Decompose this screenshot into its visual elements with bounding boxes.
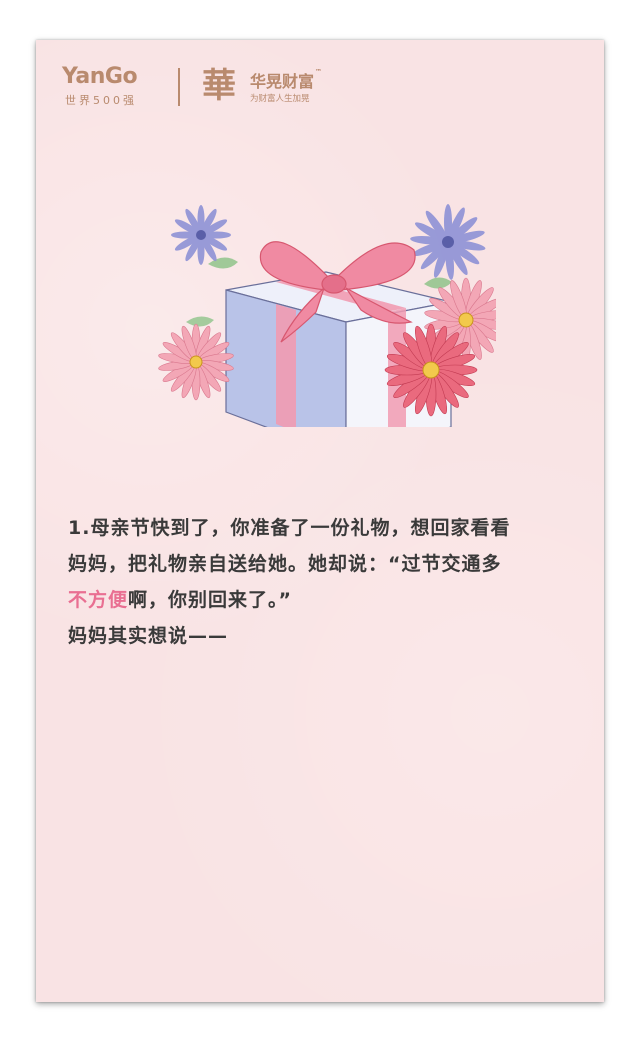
brand-name: 华晃财富™ — [250, 68, 322, 92]
brand-name-text: 华晃财富 — [250, 72, 315, 91]
hua-logo-mark: 華 — [202, 66, 236, 106]
brand-header: YanGo 世界500强 華 华晃财富™ 为财富人生加晃 — [62, 62, 382, 112]
highlighted-phrase: 不方便 — [68, 589, 129, 611]
blue-flower-left — [171, 205, 231, 265]
trademark: ™ — [315, 68, 323, 76]
brand-slogan: 为财富人生加晃 — [250, 94, 310, 104]
story-line-2: 妈妈，把礼物亲自送给她。她却说：“过节交通多 — [68, 553, 502, 575]
yango-logo: YanGo — [62, 64, 138, 89]
story-line-3: 不方便啊，你别回来了。” — [68, 582, 588, 618]
yango-subtitle: 世界500强 — [65, 94, 137, 107]
blue-flower-right — [410, 204, 486, 280]
card: YanGo 世界500强 華 华晃财富™ 为财富人生加晃 1.母亲节快到了，你准… — [36, 40, 604, 1002]
gift-box-with-flowers-icon — [158, 204, 496, 427]
story-line-3-rest: 啊，你别回来了。” — [128, 589, 293, 611]
story-line-1: 1.母亲节快到了，你准备了一份礼物，想回家看看 — [68, 517, 511, 539]
pink-flower-left — [158, 323, 234, 401]
header-divider — [178, 68, 180, 106]
story-line-4: 妈妈其实想说—— — [68, 625, 229, 647]
story-text: 1.母亲节快到了，你准备了一份礼物，想回家看看 妈妈，把礼物亲自送给她。她却说：… — [68, 510, 588, 654]
